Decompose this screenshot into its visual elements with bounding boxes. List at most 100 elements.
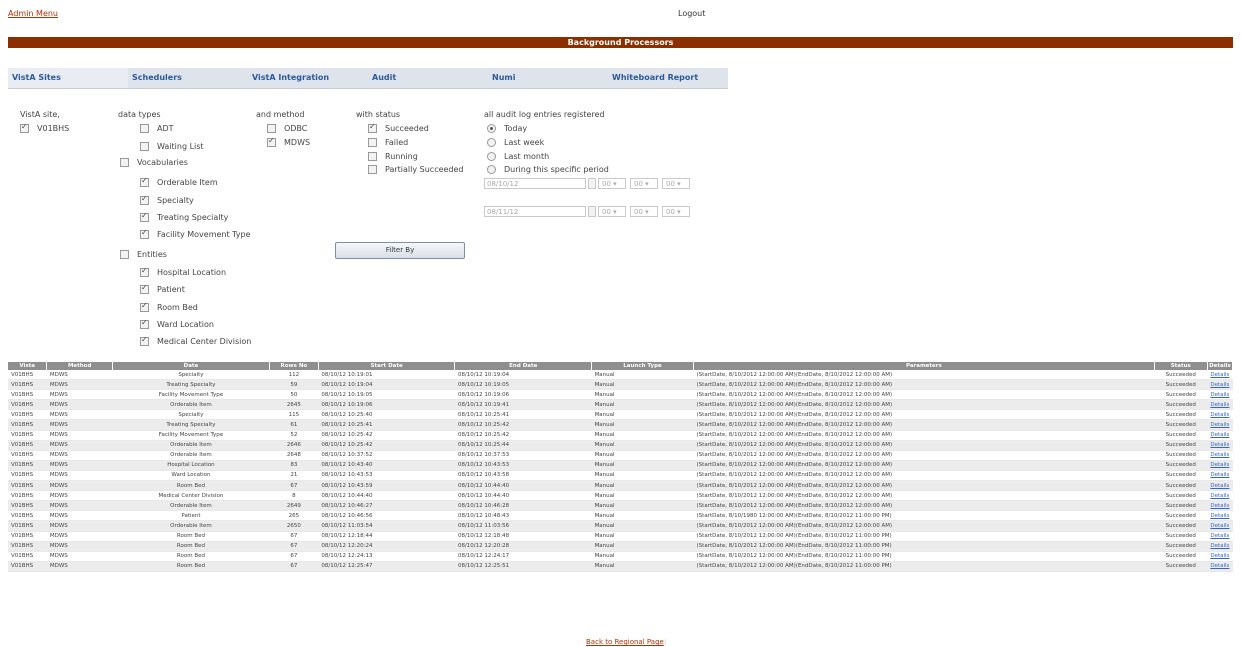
waiting-list-checkbox[interactable] <box>140 142 149 151</box>
vocab-orderable-item[interactable]: Orderable Item <box>140 176 218 187</box>
entity-hospital-location[interactable]: Hospital Location <box>140 266 226 277</box>
details-link[interactable]: Details <box>1210 452 1229 458</box>
period-specific[interactable]: During this specific period <box>487 165 609 174</box>
to-date-input[interactable]: 08/11/12 <box>484 206 586 217</box>
facility-movement-type-checkbox[interactable] <box>140 228 149 239</box>
ward-location-checkbox[interactable] <box>140 318 149 329</box>
header-vista[interactable]: Vista <box>8 362 48 370</box>
entities-checkbox[interactable] <box>120 250 129 259</box>
header-launch-type[interactable]: Launch Type <box>591 362 695 370</box>
back-to-regional-page-link[interactable]: Back to Regional Page <box>586 638 664 646</box>
details-link[interactable]: Details <box>1210 533 1229 539</box>
method-odbc[interactable]: ODBC <box>267 124 307 133</box>
from-hour-select[interactable]: 00 ▾ <box>598 178 626 189</box>
details-link[interactable]: Details <box>1210 412 1229 418</box>
odbc-checkbox[interactable] <box>267 124 276 133</box>
tab-vista-integration[interactable]: VistA Integration <box>248 68 368 88</box>
tab-whiteboard-report[interactable]: Whiteboard Report <box>608 68 728 88</box>
data-type-adt[interactable]: ADT <box>140 124 174 133</box>
details-link[interactable]: Details <box>1210 523 1229 529</box>
from-date-input[interactable]: 08/10/12 <box>484 178 586 189</box>
header-end-date[interactable]: End Date <box>454 362 593 370</box>
site-checkbox[interactable] <box>20 122 29 133</box>
treating-specialty-checkbox[interactable] <box>140 211 149 222</box>
details-link[interactable]: Details <box>1210 422 1229 428</box>
details-link[interactable]: Details <box>1210 442 1229 448</box>
from-second-select[interactable]: 00 ▾ <box>662 178 690 189</box>
to-calendar-icon[interactable] <box>588 206 596 217</box>
tab-audit[interactable]: Audit <box>368 68 488 88</box>
details-link[interactable]: Details <box>1210 493 1229 499</box>
failed-checkbox[interactable] <box>368 138 377 147</box>
succeeded-checkbox[interactable] <box>368 122 377 133</box>
period-last-month[interactable]: Last month <box>487 152 549 161</box>
details-link[interactable]: Details <box>1210 553 1229 559</box>
to-hour-select[interactable]: 00 ▾ <box>598 206 626 217</box>
tab-schedulers[interactable]: Schedulers <box>128 68 248 88</box>
partially-succeeded-checkbox[interactable] <box>368 165 377 174</box>
admin-menu-link[interactable]: Admin Menu <box>8 9 58 18</box>
hospital-location-checkbox[interactable] <box>140 266 149 277</box>
specific-period-radio[interactable] <box>487 165 496 174</box>
details-link[interactable]: Details <box>1210 483 1229 489</box>
status-running[interactable]: Running <box>368 152 418 161</box>
patient-checkbox[interactable] <box>140 283 149 294</box>
details-link[interactable]: Details <box>1210 462 1229 468</box>
data-type-waiting-list[interactable]: Waiting List <box>140 142 204 151</box>
vocabularies-checkbox[interactable] <box>120 158 129 167</box>
details-link[interactable]: Details <box>1210 372 1229 378</box>
orderable-item-checkbox[interactable] <box>140 176 149 187</box>
last-week-radio[interactable] <box>487 138 496 147</box>
specialty-checkbox[interactable] <box>140 194 149 205</box>
header-start-date[interactable]: Start Date <box>318 362 456 370</box>
header-details[interactable]: Details <box>1207 362 1234 370</box>
mdws-checkbox[interactable] <box>267 136 276 147</box>
from-calendar-icon[interactable] <box>588 178 596 189</box>
entity-ward-location[interactable]: Ward Location <box>140 318 214 329</box>
details-link[interactable]: Details <box>1210 513 1229 519</box>
adt-checkbox[interactable] <box>140 124 149 133</box>
period-last-week[interactable]: Last week <box>487 138 544 147</box>
data-type-vocabularies[interactable]: Vocabularies <box>120 158 188 167</box>
tab-numi[interactable]: Numi <box>488 68 608 88</box>
filter-by-button[interactable]: Filter By <box>335 242 465 259</box>
period-today[interactable]: Today <box>487 124 527 133</box>
details-link[interactable]: Details <box>1210 563 1229 569</box>
entity-room-bed[interactable]: Room Bed <box>140 301 198 312</box>
details-link[interactable]: Details <box>1210 432 1229 438</box>
entity-medical-center-division[interactable]: Medical Center Division <box>140 335 251 346</box>
header-method[interactable]: Method <box>46 362 113 370</box>
status-succeeded[interactable]: Succeeded <box>368 122 429 133</box>
header-rows-no[interactable]: Rows No <box>269 362 319 370</box>
header-data[interactable]: Data <box>112 362 270 370</box>
today-radio[interactable] <box>487 124 496 133</box>
medical-center-division-checkbox[interactable] <box>140 335 149 346</box>
room-bed-checkbox[interactable] <box>140 301 149 312</box>
table-cell: Manual <box>591 430 694 441</box>
header-status[interactable]: Status <box>1154 362 1208 370</box>
details-link[interactable]: Details <box>1210 503 1229 509</box>
site-option-v01bhs[interactable]: V01BHS <box>20 122 70 133</box>
from-minute-select[interactable]: 00 ▾ <box>630 178 658 189</box>
entity-patient[interactable]: Patient <box>140 283 185 294</box>
status-failed[interactable]: Failed <box>368 138 408 147</box>
header-parameters[interactable]: Parameters <box>693 362 1155 370</box>
site-label: V01BHS <box>37 124 70 133</box>
details-link[interactable]: Details <box>1210 382 1229 388</box>
to-second-select[interactable]: 00 ▾ <box>662 206 690 217</box>
details-link[interactable]: Details <box>1210 472 1229 478</box>
running-checkbox[interactable] <box>368 152 377 161</box>
vocab-specialty[interactable]: Specialty <box>140 194 194 205</box>
data-type-entities[interactable]: Entities <box>120 250 167 259</box>
to-minute-select[interactable]: 00 ▾ <box>630 206 658 217</box>
logout-link[interactable]: Logout <box>678 9 705 18</box>
vocab-facility-movement-type[interactable]: Facility Movement Type <box>140 228 251 239</box>
vocab-treating-specialty[interactable]: Treating Specialty <box>140 211 228 222</box>
details-link[interactable]: Details <box>1210 402 1229 408</box>
tab-vista-sites[interactable]: VistA Sites <box>8 68 128 88</box>
details-link[interactable]: Details <box>1210 392 1229 398</box>
details-link[interactable]: Details <box>1210 543 1229 549</box>
last-month-radio[interactable] <box>487 152 496 161</box>
status-partially-succeeded[interactable]: Partially Succeeded <box>368 165 464 174</box>
method-mdws[interactable]: MDWS <box>267 136 310 147</box>
